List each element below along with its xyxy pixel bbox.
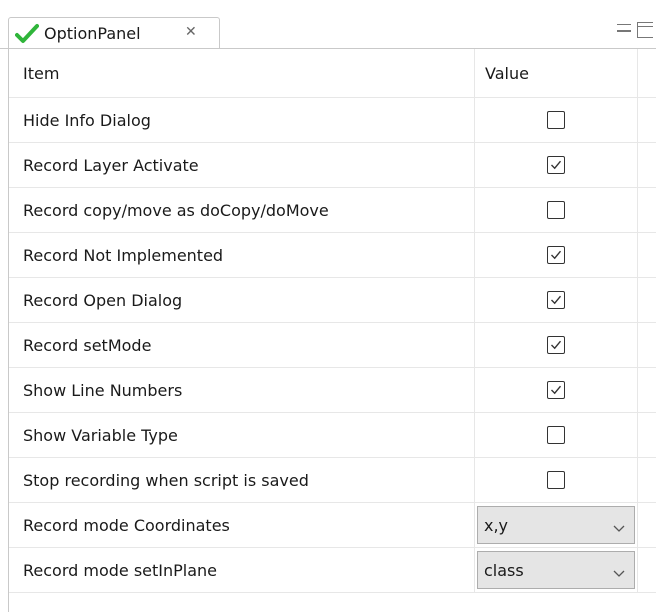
option-value-cell (475, 413, 638, 457)
option-checkbox-checked[interactable] (547, 246, 565, 264)
row-filler (638, 98, 656, 142)
option-value-cell (475, 368, 638, 412)
table-row[interactable]: Show Variable Type (9, 413, 656, 458)
options-table: Item Value Hide Info Dialog Record Layer … (8, 49, 656, 612)
table-row[interactable]: Record copy/move as doCopy/doMove (9, 188, 656, 233)
option-item-label: Hide Info Dialog (9, 98, 475, 142)
dropdown-selected-value: class (484, 560, 524, 580)
row-filler (638, 188, 656, 232)
option-value-cell (475, 458, 638, 502)
table-row[interactable]: Stop recording when script is saved (9, 458, 656, 503)
option-item-label: Record Not Implemented (9, 233, 475, 277)
row-filler (638, 548, 656, 592)
row-filler (638, 458, 656, 502)
green-check-icon (15, 23, 39, 45)
row-filler (638, 323, 656, 367)
option-value-cell: class (475, 548, 638, 592)
row-filler (638, 278, 656, 322)
options-grid: Item Value Hide Info Dialog Record Layer … (9, 49, 656, 593)
option-panel-view: OptionPanel ✕ Item Value Hide Info Dialo… (0, 0, 656, 612)
row-filler (638, 143, 656, 187)
option-item-label: Show Line Numbers (9, 368, 475, 412)
row-filler (638, 413, 656, 457)
option-value-cell (475, 233, 638, 277)
option-value-cell (475, 98, 638, 142)
dropdown-selected-value: x,y (484, 515, 509, 535)
option-checkbox[interactable] (547, 201, 565, 219)
option-item-label: Record Layer Activate (9, 143, 475, 187)
row-filler (638, 233, 656, 277)
option-value-cell (475, 188, 638, 232)
column-header-item[interactable]: Item (9, 49, 475, 97)
table-row[interactable]: Show Line Numbers (9, 368, 656, 413)
option-dropdown[interactable]: x,y (477, 506, 635, 544)
option-value-cell (475, 143, 638, 187)
tab-optionpanel[interactable]: OptionPanel ✕ (8, 17, 220, 49)
tab-title: OptionPanel (44, 24, 141, 43)
option-item-label: Record Open Dialog (9, 278, 475, 322)
option-item-label: Record mode Coordinates (9, 503, 475, 547)
option-value-cell (475, 278, 638, 322)
table-row[interactable]: Hide Info Dialog (9, 98, 656, 143)
close-icon[interactable]: ✕ (185, 23, 197, 41)
table-row[interactable]: Record Open Dialog (9, 278, 656, 323)
option-value-cell (475, 323, 638, 367)
option-item-label: Record mode setInPlane (9, 548, 475, 592)
chevron-down-icon (612, 519, 626, 532)
option-item-label: Record copy/move as doCopy/doMove (9, 188, 475, 232)
option-checkbox-checked[interactable] (547, 156, 565, 174)
table-header-row: Item Value (9, 49, 656, 98)
table-row[interactable]: Record mode setInPlane class (9, 548, 656, 593)
option-checkbox-checked[interactable] (547, 381, 565, 399)
minimize-icon[interactable] (617, 24, 631, 32)
chevron-down-icon (612, 564, 626, 577)
column-header-value[interactable]: Value (475, 49, 638, 97)
option-item-label: Show Variable Type (9, 413, 475, 457)
option-item-label: Record setMode (9, 323, 475, 367)
option-dropdown[interactable]: class (477, 551, 635, 589)
header-filler (638, 49, 656, 97)
table-row[interactable]: Record Not Implemented (9, 233, 656, 278)
option-checkbox[interactable] (547, 471, 565, 489)
row-filler (638, 503, 656, 547)
maximize-icon[interactable] (637, 22, 653, 38)
row-filler (638, 368, 656, 412)
table-row[interactable]: Record setMode (9, 323, 656, 368)
option-checkbox-checked[interactable] (547, 291, 565, 309)
option-checkbox-checked[interactable] (547, 336, 565, 354)
option-checkbox[interactable] (547, 426, 565, 444)
option-checkbox[interactable] (547, 111, 565, 129)
option-value-cell: x,y (475, 503, 638, 547)
table-row[interactable]: Record mode Coordinates x,y (9, 503, 656, 548)
option-item-label: Stop recording when script is saved (9, 458, 475, 502)
table-row[interactable]: Record Layer Activate (9, 143, 656, 188)
tab-bar: OptionPanel ✕ (0, 0, 656, 49)
